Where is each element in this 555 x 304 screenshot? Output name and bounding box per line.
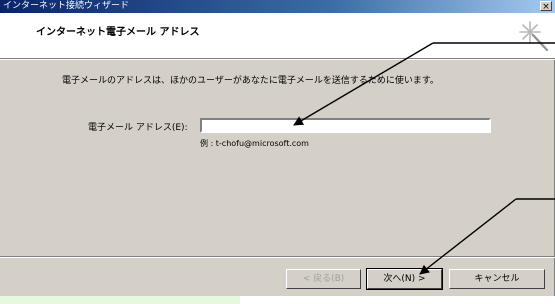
close-button[interactable]: × xyxy=(540,1,552,12)
wizard-dialog: インターネット接続ウィザード × インターネット電子メール アドレス 電子メール… xyxy=(0,0,555,296)
window-title: インターネット接続ウィザード xyxy=(3,1,130,11)
title-bar: インターネット接続ウィザード × xyxy=(0,0,555,13)
email-example-text: 例 : t-chofu@microsoft.com xyxy=(200,139,309,148)
back-button[interactable]: < 戻る(B) xyxy=(286,269,361,289)
page-title: インターネット電子メール アドレス xyxy=(36,27,200,38)
header-divider xyxy=(0,58,555,60)
email-address-label: 電子メール アドレス(E): xyxy=(88,123,188,133)
next-button[interactable]: 次へ(N) > xyxy=(366,268,443,290)
wizard-wand-icon xyxy=(519,21,549,52)
footer-divider xyxy=(0,256,555,258)
cancel-button[interactable]: キャンセル xyxy=(449,269,545,289)
email-address-input[interactable] xyxy=(200,118,491,133)
description-text: 電子メールのアドレスは、ほかのユーザーがあなたに電子メールを送信するために使いま… xyxy=(62,76,439,86)
wizard-header: インターネット電子メール アドレス xyxy=(0,13,555,58)
